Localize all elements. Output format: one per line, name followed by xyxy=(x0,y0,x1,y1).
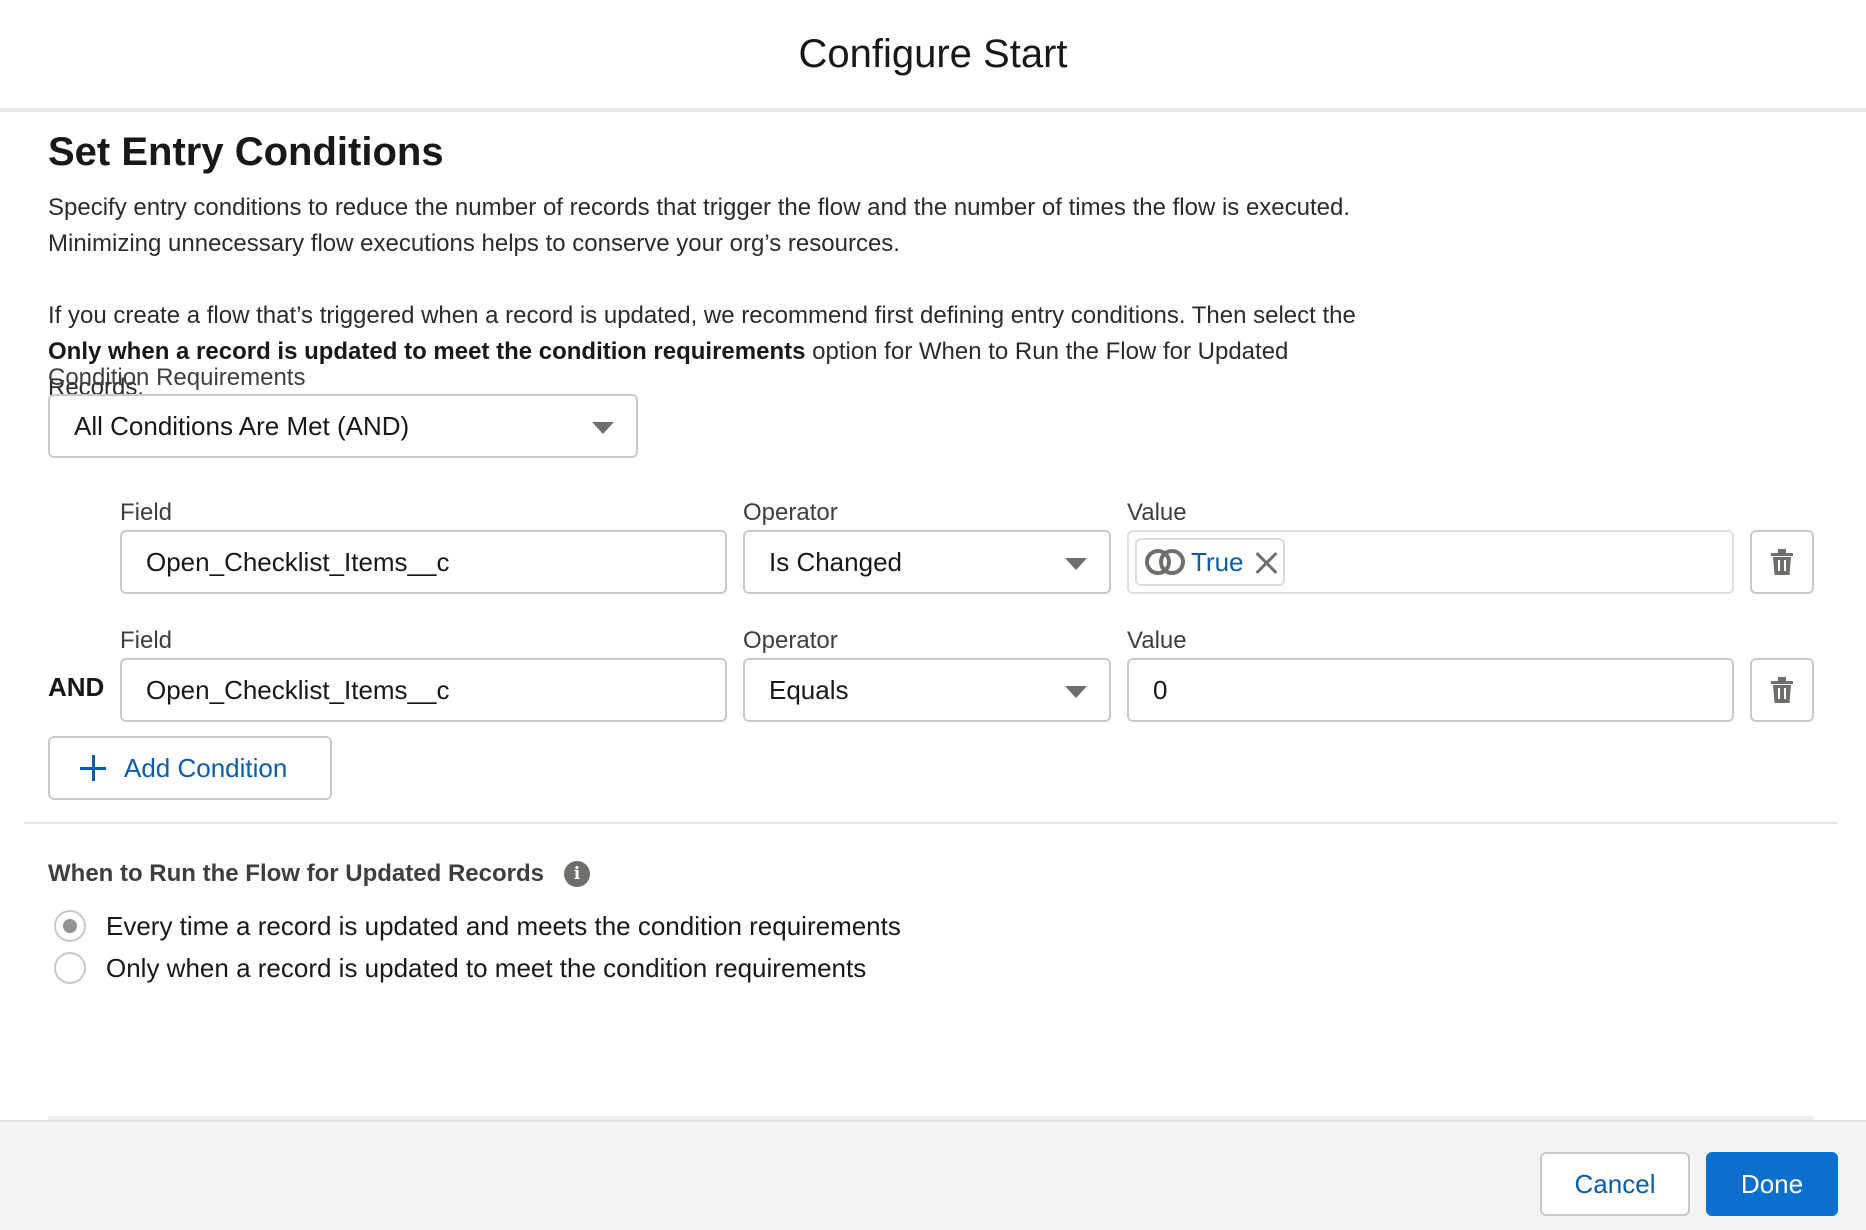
run-option-only-when[interactable]: Only when a record is updated to meet th… xyxy=(54,952,866,984)
trash-icon xyxy=(1771,549,1793,575)
run-options-title-text: When to Run the Flow for Updated Records xyxy=(48,860,544,887)
modal-body: Set Entry Conditions Specify entry condi… xyxy=(0,112,1866,1120)
recommendation-text-start: If you create a flow that’s triggered wh… xyxy=(48,302,1356,329)
section-title: Set Entry Conditions xyxy=(48,130,444,174)
modal-header: Configure Start xyxy=(0,0,1866,112)
condition-1-operator-select[interactable]: Is Changed xyxy=(743,530,1111,594)
run-option-label: Every time a record is updated and meets… xyxy=(106,910,901,941)
radio-button-checked[interactable] xyxy=(54,910,86,942)
condition-2-field-input[interactable]: Open_Checklist_Items__c xyxy=(120,658,727,722)
description-paragraph: Specify entry conditions to reduce the n… xyxy=(48,194,1351,257)
condition-requirements-select[interactable]: All Conditions Are Met (AND) xyxy=(48,394,638,458)
add-condition-button[interactable]: Add Condition xyxy=(48,736,332,800)
chevron-down-icon xyxy=(1065,686,1087,698)
run-option-label: Only when a record is updated to meet th… xyxy=(106,952,867,983)
chevron-down-icon xyxy=(592,422,614,434)
condition-1-field-value: Open_Checklist_Items__c xyxy=(146,546,450,577)
condition-1-field-input[interactable]: Open_Checklist_Items__c xyxy=(120,530,727,594)
close-icon[interactable] xyxy=(1254,550,1278,574)
condition-2-field-value: Open_Checklist_Items__c xyxy=(146,674,450,705)
radio-button[interactable] xyxy=(54,952,86,984)
condition-requirements-label: Condition Requirements xyxy=(48,364,306,391)
condition-2-operator-value: Equals xyxy=(769,674,849,705)
delete-condition-1-button[interactable] xyxy=(1750,530,1814,594)
boolean-icon xyxy=(1145,547,1187,577)
modal-title: Configure Start xyxy=(798,31,1068,76)
condition-2-operator-select[interactable]: Equals xyxy=(743,658,1111,722)
operator-label: Operator xyxy=(743,627,838,654)
and-connector-label: AND xyxy=(48,672,105,702)
value-label: Value xyxy=(1127,627,1187,654)
done-button[interactable]: Done xyxy=(1706,1152,1838,1216)
info-icon[interactable]: i xyxy=(563,861,590,887)
condition-2-value-text: 0 xyxy=(1153,674,1168,705)
operator-label: Operator xyxy=(743,499,838,526)
field-label: Field xyxy=(120,627,173,654)
value-pill-label: True xyxy=(1191,546,1244,577)
condition-2-value-input[interactable]: 0 xyxy=(1127,658,1734,722)
trash-icon xyxy=(1771,677,1793,703)
delete-condition-2-button[interactable] xyxy=(1750,658,1814,722)
value-pill[interactable]: True xyxy=(1135,538,1285,586)
condition-requirements-value: All Conditions Are Met (AND) xyxy=(74,410,410,441)
condition-1-value-input[interactable]: True xyxy=(1127,530,1734,594)
condition-1-operator-value: Is Changed xyxy=(769,546,902,577)
plus-icon xyxy=(80,755,106,781)
value-label: Value xyxy=(1127,499,1187,526)
recommendation-option-name: Only when a record is updated to meet th… xyxy=(48,338,806,365)
run-options-title: When to Run the Flow for Updated Records… xyxy=(48,860,590,888)
field-label: Field xyxy=(120,499,173,526)
modal-footer: Cancel Done xyxy=(0,1120,1866,1230)
run-option-every-time[interactable]: Every time a record is updated and meets… xyxy=(54,910,901,942)
section-divider xyxy=(24,822,1838,824)
add-condition-label: Add Condition xyxy=(124,752,288,783)
chevron-down-icon xyxy=(1065,558,1087,570)
cancel-button[interactable]: Cancel xyxy=(1540,1152,1690,1216)
